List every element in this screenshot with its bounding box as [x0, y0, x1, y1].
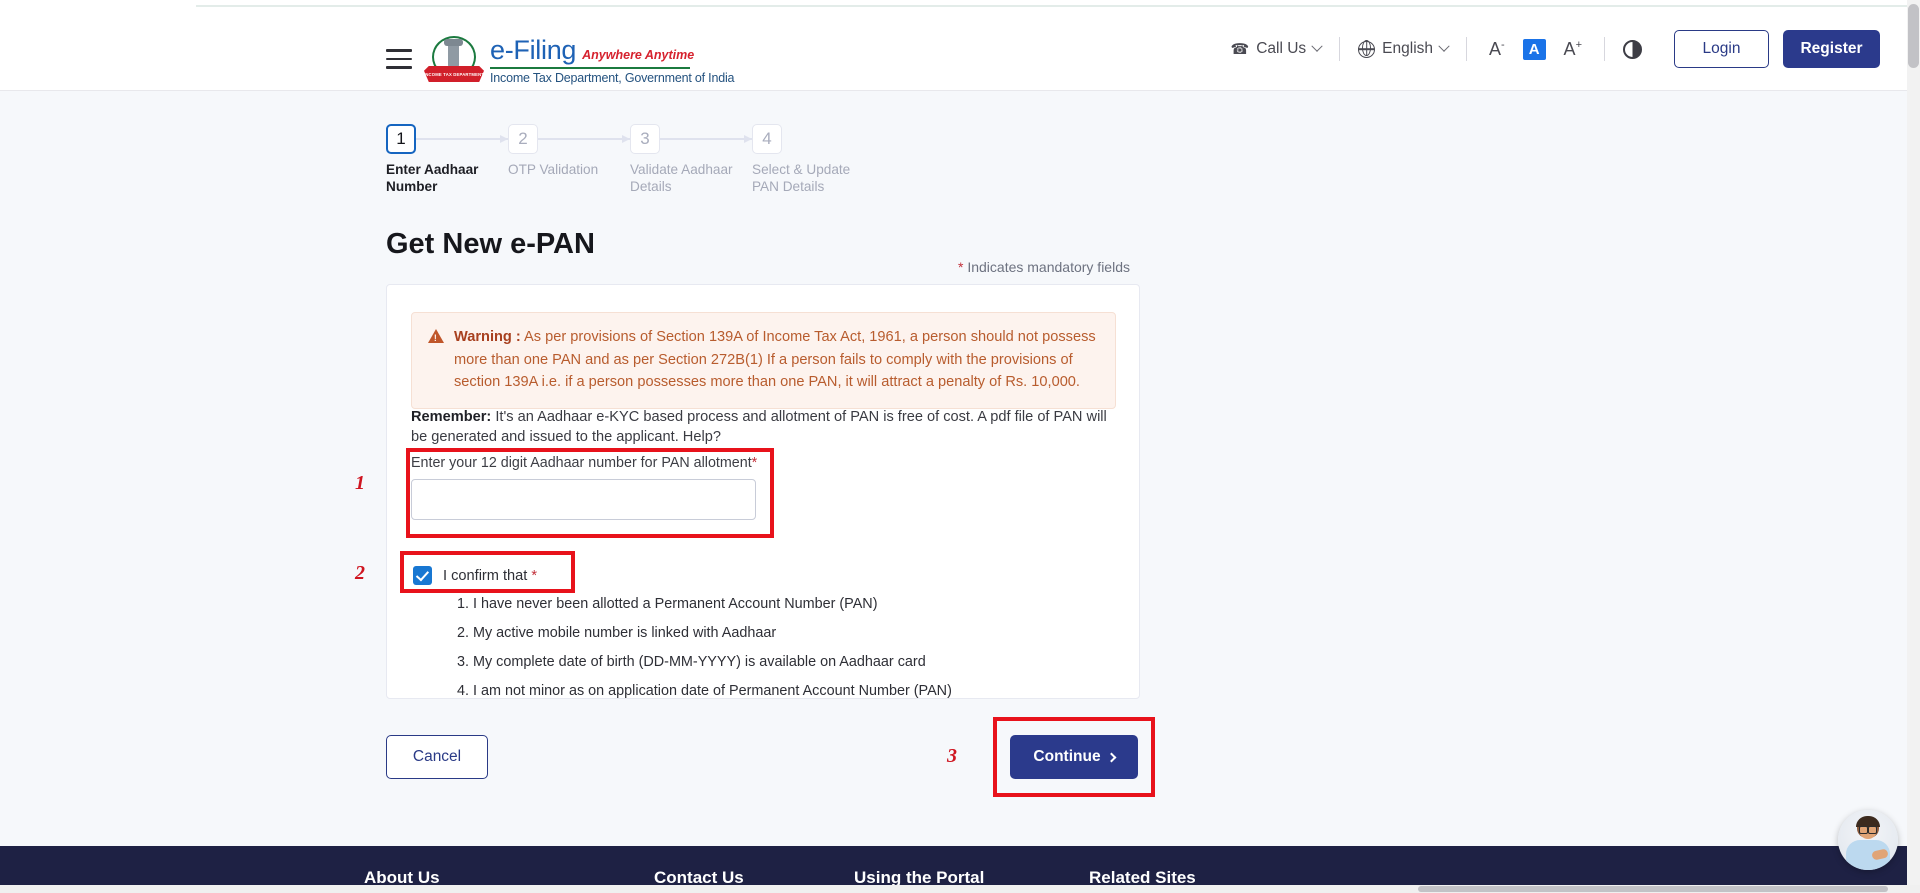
list-item: 3. My complete date of birth (DD-MM-YYYY…: [457, 654, 926, 671]
font-decrease-sup: -: [1501, 38, 1505, 51]
aadhaar-field-label: Enter your 12 digit Aadhaar number for P…: [411, 455, 771, 471]
annotation-number-2: 2: [355, 562, 365, 584]
top-strip: [0, 0, 1920, 7]
stepper-step-2[interactable]: 2 OTP Validation: [508, 124, 598, 177]
chevron-down-icon: [1311, 40, 1323, 52]
stepper-connector-1: [416, 135, 508, 142]
glasses-icon: [1859, 826, 1877, 834]
cancel-button[interactable]: Cancel: [386, 735, 488, 779]
brand-divider: [490, 67, 690, 69]
contrast-icon[interactable]: [1623, 39, 1642, 59]
confirm-items-list: 1. I have never been allotted a Permanen…: [457, 595, 952, 711]
confirm-label: I confirm that *: [443, 568, 537, 584]
confirm-required-star: *: [531, 567, 538, 584]
remember-label: Remember:: [411, 409, 492, 425]
aadhaar-field-group: Enter your 12 digit Aadhaar number for P…: [411, 455, 771, 520]
horizontal-scrollbar-thumb[interactable]: [1418, 886, 1888, 892]
step-1-number: 1: [386, 124, 416, 154]
warning-triangle-icon: [428, 329, 444, 343]
step-2-number: 2: [508, 124, 538, 154]
step-3-label: Validate Aadhaar Details: [630, 162, 733, 194]
aadhaar-label-text: Enter your 12 digit Aadhaar number for P…: [411, 455, 752, 471]
stepper-step-1[interactable]: 1 Enter Aadhaar Number: [386, 124, 478, 194]
font-decrease-label: A: [1489, 38, 1502, 59]
site-header: INCOME TAX DEPARTMENT e-Filing Anywhere …: [0, 7, 1920, 91]
page-title: Get New e-PAN: [386, 228, 595, 260]
font-decrease-button[interactable]: A-: [1485, 37, 1509, 62]
step-3-number: 3: [630, 124, 660, 154]
warning-banner: Warning : As per provisions of Section 1…: [411, 312, 1116, 409]
remember-note: Remember: It's an Aadhaar e-KYC based pr…: [411, 407, 1116, 447]
stepper-step-3[interactable]: 3 Validate Aadhaar Details: [630, 124, 733, 194]
aadhaar-required-star: *: [751, 455, 758, 471]
stepper-connector-3: [660, 135, 752, 142]
progress-stepper: 1 Enter Aadhaar Number 2 OTP Validation …: [386, 124, 850, 194]
continue-button-label: Continue: [1033, 748, 1101, 765]
header-divider-1: [1339, 37, 1341, 61]
step-2-label: OTP Validation: [508, 162, 599, 177]
step-4-number: 4: [752, 124, 782, 154]
brand-title: e-Filing: [490, 35, 577, 65]
stepper-connector-2: [538, 135, 630, 142]
brand-tagline: Anywhere Anytime: [582, 48, 695, 62]
font-increase-label: A: [1563, 38, 1576, 59]
chevron-down-icon: [1438, 40, 1450, 52]
warning-label: Warning :: [454, 329, 521, 345]
emblem-ribbon-text: INCOME TAX DEPARTMENT: [423, 71, 485, 77]
list-item: 2. My active mobile number is linked wit…: [457, 625, 777, 642]
header-divider-3: [1604, 37, 1605, 61]
annotation-number-1: 1: [355, 472, 365, 494]
confirm-checkbox[interactable]: [413, 566, 432, 585]
page-root: INCOME TAX DEPARTMENT e-Filing Anywhere …: [0, 0, 1920, 893]
aadhaar-number-input[interactable]: [411, 479, 756, 520]
phone-icon: ☎: [1230, 41, 1250, 58]
epan-form-card: Warning : As per provisions of Section 1…: [386, 284, 1140, 699]
font-increase-button[interactable]: A+: [1560, 37, 1586, 62]
brand-logo[interactable]: INCOME TAX DEPARTMENT e-Filing Anywhere …: [424, 35, 734, 85]
remember-body: It's an Aadhaar e-KYC based process and …: [411, 409, 1107, 445]
confirm-checkbox-row[interactable]: I confirm that *: [413, 566, 537, 585]
step-1-label: Enter Aadhaar Number: [386, 162, 479, 194]
language-menu[interactable]: English: [1358, 39, 1450, 58]
language-label: English: [1382, 40, 1434, 57]
warning-text-wrapper: Warning : As per provisions of Section 1…: [454, 326, 1099, 394]
call-us-menu[interactable]: ☎ Call Us: [1230, 40, 1323, 58]
vertical-scrollbar-thumb[interactable]: [1908, 4, 1919, 68]
font-normal-button[interactable]: A: [1522, 38, 1546, 60]
step-4-label: Select & Update PAN Details: [752, 162, 851, 194]
india-emblem-icon: INCOME TAX DEPARTMENT: [424, 36, 484, 84]
mandatory-fields-note: * Indicates mandatory fields: [958, 259, 1130, 275]
font-increase-sup: +: [1575, 38, 1582, 51]
annotation-number-3: 3: [947, 745, 957, 767]
list-item: 1. I have never been allotted a Permanen…: [457, 596, 878, 612]
brand-department: Income Tax Department, Government of Ind…: [490, 71, 735, 85]
login-button[interactable]: Login: [1674, 30, 1769, 68]
mandatory-note-text: Indicates mandatory fields: [963, 259, 1130, 275]
header-right-controls: ☎ Call Us English A- A A+ Login Register: [1231, 7, 1920, 91]
confirm-label-text: I confirm that: [443, 567, 528, 584]
vertical-scrollbar[interactable]: [1907, 0, 1920, 893]
horizontal-scrollbar[interactable]: [0, 885, 1920, 893]
continue-button[interactable]: Continue: [1010, 735, 1138, 779]
font-normal-label: A: [1528, 40, 1540, 58]
warning-body: As per provisions of Section 139A of Inc…: [454, 329, 1096, 390]
chevron-right-icon: [1106, 752, 1117, 762]
stepper-step-4[interactable]: 4 Select & Update PAN Details: [752, 124, 850, 194]
hamburger-icon[interactable]: [386, 49, 412, 69]
header-divider-2: [1466, 37, 1468, 61]
list-item: 4. I am not minor as on application date…: [457, 683, 952, 700]
call-us-label: Call Us: [1256, 40, 1307, 57]
chat-assistant-avatar[interactable]: [1838, 810, 1898, 870]
register-button[interactable]: Register: [1783, 30, 1880, 68]
globe-icon: [1358, 39, 1376, 58]
